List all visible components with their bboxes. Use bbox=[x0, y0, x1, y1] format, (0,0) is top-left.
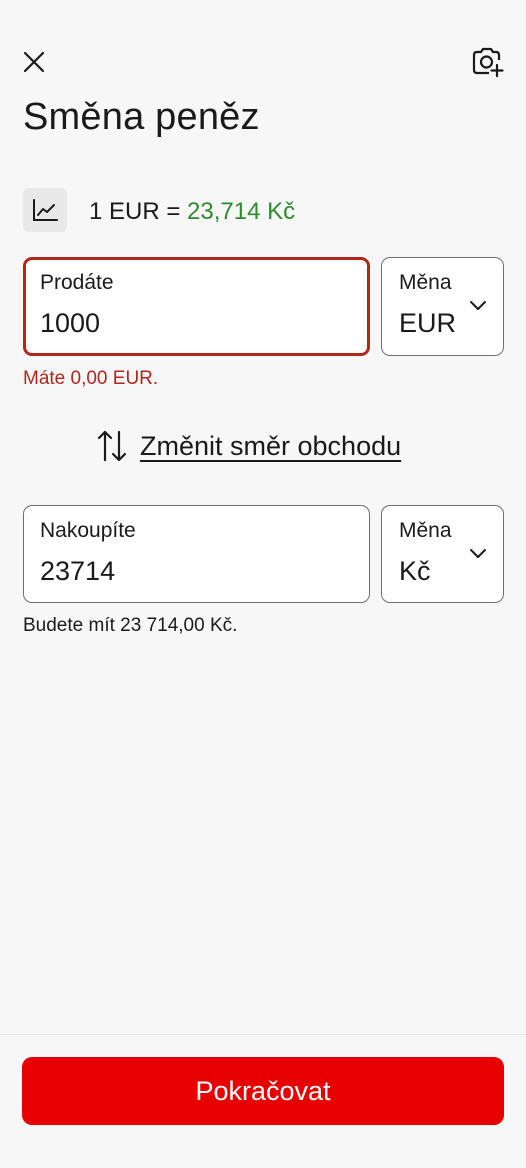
buy-currency-value: Kč bbox=[399, 556, 431, 586]
buy-amount-label: Nakoupíte bbox=[40, 519, 136, 542]
buy-amount-field[interactable]: Nakoupíte bbox=[23, 505, 370, 603]
page-title: Směna peněz bbox=[23, 96, 260, 138]
sell-currency-label: Měna bbox=[399, 271, 452, 294]
exchange-rate-value: 23,714 Kč bbox=[187, 198, 296, 225]
sell-currency-value: EUR bbox=[399, 308, 457, 338]
continue-button[interactable]: Pokračovat bbox=[22, 1057, 504, 1125]
sell-amount-field[interactable]: Prodáte bbox=[23, 257, 370, 356]
camera-scan-icon bbox=[472, 47, 504, 78]
scan-button[interactable] bbox=[468, 44, 506, 80]
buy-amount-input[interactable] bbox=[40, 556, 340, 587]
rate-chart-button[interactable] bbox=[23, 188, 67, 232]
sell-error-message: Máte 0,00 EUR. bbox=[23, 368, 159, 389]
sell-amount-input[interactable] bbox=[40, 308, 340, 339]
sell-currency-select[interactable]: Měna EUR bbox=[381, 257, 504, 356]
footer-divider bbox=[0, 1034, 526, 1035]
close-button[interactable] bbox=[18, 46, 50, 78]
close-icon bbox=[23, 51, 45, 73]
chevron-down-icon bbox=[470, 549, 486, 558]
chevron-down-icon bbox=[470, 301, 486, 310]
buy-currency-select[interactable]: Měna Kč bbox=[381, 505, 504, 603]
exchange-rate: 1 EUR = 23,714 Kč bbox=[89, 197, 295, 227]
buy-currency-label: Měna bbox=[399, 519, 452, 542]
swap-direction-link[interactable]: Změnit směr obchodu bbox=[96, 428, 401, 464]
buy-hint: Budete mít 23 714,00 Kč. bbox=[23, 615, 238, 636]
exchange-rate-prefix: 1 EUR = bbox=[89, 198, 188, 225]
swap-vertical-icon bbox=[97, 430, 127, 462]
sell-amount-label: Prodáte bbox=[40, 271, 114, 294]
swap-direction-label: Změnit směr obchodu bbox=[140, 430, 402, 461]
chart-line-icon bbox=[33, 199, 58, 221]
